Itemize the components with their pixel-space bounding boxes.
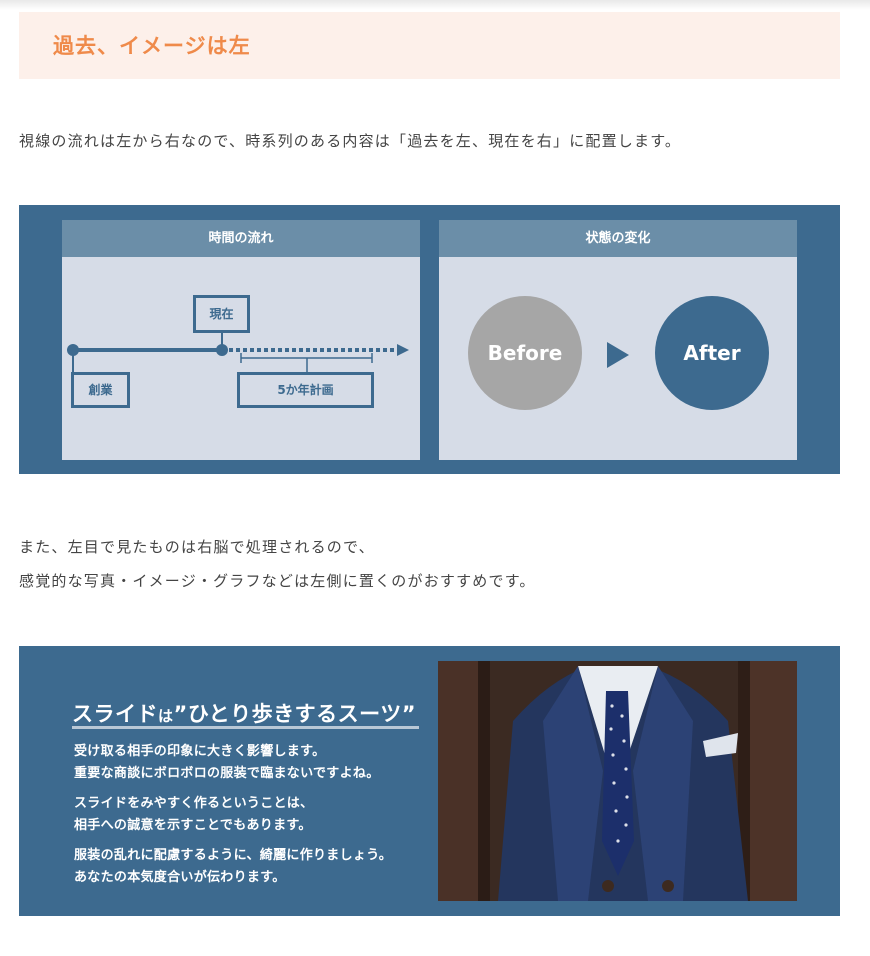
slide-figure: スライドは”ひとり歩きするスーツ” 受け取る相手の印象に大きく影響します。 重要… <box>19 646 840 916</box>
timeline-arrow <box>67 333 409 377</box>
slide-text-line: スライドをみやすく作るということは、 <box>74 796 314 811</box>
slide-title-part-2: は <box>158 707 174 725</box>
slide-title-part-3: ”ひとり歩きするスーツ” <box>173 702 417 726</box>
section-heading-box: 過去、イメージは左 <box>19 12 840 79</box>
slide-title-part-1: スライド <box>72 702 158 726</box>
before-circle: Before <box>468 296 582 410</box>
timeline-panel: 時間の流れ 現在 創業 5か年計画 <box>62 220 420 460</box>
slide-text-line: 相手への誠意を示すことでもあります。 <box>74 818 312 833</box>
paragraph-2-line-2: 感覚的な写真・イメージ・グラフなどは左側に置くのがおすすめです。 <box>19 572 536 590</box>
plan-label-box: 5か年計画 <box>237 372 374 408</box>
change-panel: 状態の変化 Before After <box>439 220 797 460</box>
slide-text-line: 重要な商談にボロボロの服装で臨まないですよね。 <box>74 766 380 781</box>
section-heading: 過去、イメージは左 <box>53 34 251 58</box>
paragraph-2-line-1: また、左目で見たものは右脳で処理されるので、 <box>19 538 375 556</box>
suit-photo <box>438 661 797 901</box>
change-panel-title: 状態の変化 <box>439 220 797 257</box>
top-shadow <box>0 0 870 10</box>
founding-label-box: 創業 <box>71 372 130 408</box>
slide-text-line: あなたの本気度合いが伝わります。 <box>74 870 286 885</box>
right-triangle-icon <box>607 342 629 368</box>
timeline-figure: 時間の流れ 現在 創業 5か年計画 状態の変化 Before After <box>19 205 840 474</box>
slide-text-line: 受け取る相手の印象に大きく影響します。 <box>74 744 326 759</box>
slide-title-underline <box>72 726 419 729</box>
paragraph-1: 視線の流れは左から右なので、時系列のある内容は「過去を左、現在を右」に配置します… <box>19 132 682 150</box>
slide-title: スライドは”ひとり歩きするスーツ” <box>72 698 416 728</box>
after-circle: After <box>655 296 769 410</box>
slide-text-line: 服装の乱れに配慮するように、綺麗に作りましょう。 <box>74 848 393 863</box>
current-label-box: 現在 <box>193 295 250 333</box>
